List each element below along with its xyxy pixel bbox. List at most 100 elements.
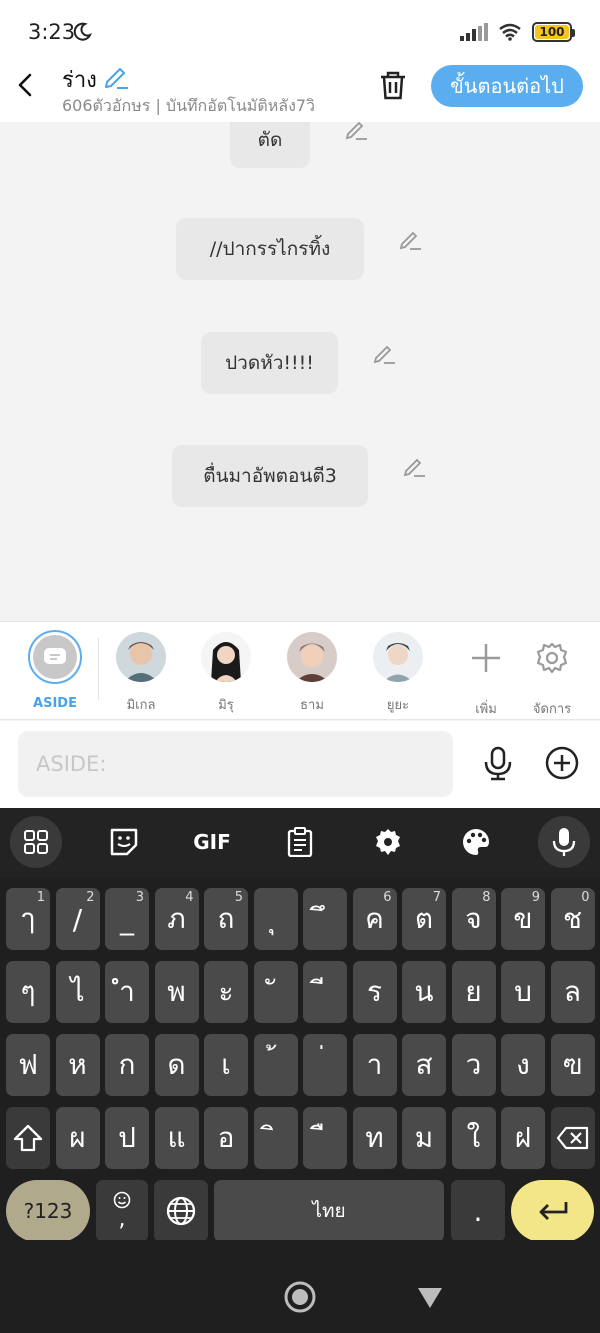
key[interactable]: ส (402, 1034, 446, 1096)
sticker-icon (110, 828, 138, 856)
key[interactable]: น (402, 961, 446, 1023)
key[interactable]: ใ (451, 1107, 496, 1169)
key[interactable]: ข9 (501, 888, 545, 950)
back-button[interactable] (12, 70, 42, 100)
gif-button[interactable]: GIF (186, 816, 238, 868)
key[interactable]: ถ5 (204, 888, 248, 950)
character-item[interactable]: มิเกล (106, 632, 176, 715)
key[interactable]: จ8 (451, 888, 496, 950)
space-key[interactable]: ไทย (214, 1180, 444, 1242)
key[interactable]: ล (550, 961, 595, 1023)
add-character-button[interactable]: เพิ่ม (451, 632, 521, 719)
key-label: ภ (167, 902, 186, 935)
key[interactable]: ห (55, 1034, 100, 1096)
key-label: พ (167, 975, 186, 1008)
apps-grid-button[interactable] (10, 816, 62, 868)
key[interactable]: บ (501, 961, 545, 1023)
keyboard-voice-button[interactable] (538, 816, 590, 868)
edit-message-icon[interactable] (401, 453, 427, 479)
edit-message-icon[interactable] (371, 340, 397, 366)
key-label: ข (513, 902, 533, 935)
key[interactable]: พ (154, 961, 199, 1023)
key[interactable]: ช0 (550, 888, 595, 950)
key[interactable]: เ (204, 1034, 248, 1096)
key[interactable]: ร (352, 961, 397, 1023)
message-input[interactable] (18, 731, 453, 797)
add-attachment-button[interactable] (545, 746, 579, 780)
message-bubble[interactable]: ปวดหัว!!!! (201, 332, 338, 394)
character-name: ธาม (300, 698, 324, 713)
key[interactable]: ื (303, 1107, 347, 1169)
key[interactable]: ย (451, 961, 496, 1023)
wifi-icon (499, 23, 521, 41)
message-bubble[interactable]: //ปากรรไกรทิ้ง (176, 218, 364, 280)
character-item[interactable]: ยูยะ (363, 632, 433, 715)
home-button[interactable] (283, 1280, 317, 1314)
key[interactable]: ั (253, 961, 298, 1023)
message-bubble[interactable]: ตัด (230, 122, 310, 168)
sticker-button[interactable] (98, 816, 150, 868)
theme-button[interactable] (450, 816, 502, 868)
key[interactable]: ฟ (6, 1034, 50, 1096)
key[interactable]: ฃ (550, 1034, 595, 1096)
key[interactable]: ป (105, 1107, 149, 1169)
manage-characters-button[interactable]: จัดการ (517, 632, 587, 719)
key-label: อ (217, 1121, 235, 1154)
key[interactable]: ะ (204, 961, 248, 1023)
keyboard-settings-button[interactable] (362, 816, 414, 868)
back-nav-button[interactable] (416, 1286, 444, 1310)
key[interactable]: ๆ (6, 961, 50, 1023)
key[interactable]: ไ (55, 961, 100, 1023)
key[interactable]: _ 3 (105, 888, 149, 950)
enter-icon (539, 1202, 567, 1220)
key[interactable]: า (352, 1034, 397, 1096)
key[interactable]: ุ (253, 888, 298, 950)
next-step-button[interactable]: ขั้นตอนต่อไป (431, 65, 583, 107)
key-label: ฟ (18, 1048, 38, 1081)
key[interactable]: ฝ (501, 1107, 545, 1169)
edit-message-icon[interactable] (397, 226, 423, 252)
message-bubble[interactable]: ตื่นมาอัพตอนตี3 (172, 445, 368, 507)
period-key[interactable]: . (451, 1180, 505, 1242)
status-icons: 100 (460, 22, 575, 42)
key[interactable]: ก (105, 1034, 149, 1096)
key[interactable]: ค6 (352, 888, 397, 950)
key[interactable]: ท (352, 1107, 397, 1169)
key[interactable]: ิ (253, 1107, 298, 1169)
emoji-key[interactable]: , (96, 1180, 148, 1242)
key[interactable]: ้ (253, 1034, 298, 1096)
trash-button[interactable] (376, 68, 410, 102)
key[interactable]: อ (204, 1107, 248, 1169)
edit-message-icon[interactable] (343, 122, 369, 142)
battery-level: 100 (539, 25, 565, 39)
voice-input-button[interactable] (480, 745, 516, 781)
key[interactable]: ่ (303, 1034, 347, 1096)
clipboard-button[interactable] (274, 816, 326, 868)
key-label: บ (514, 975, 532, 1008)
key-hint: 0 (581, 890, 590, 905)
key[interactable]: ๅ1 (6, 888, 50, 950)
character-item[interactable]: มิรุ (191, 632, 261, 715)
key[interactable]: ด (154, 1034, 199, 1096)
key[interactable]: ึ (303, 888, 347, 950)
edit-title-icon[interactable] (102, 62, 130, 90)
key[interactable]: ง (501, 1034, 545, 1096)
shift-key[interactable] (6, 1107, 50, 1169)
key[interactable]: ภ4 (154, 888, 199, 950)
language-key[interactable] (154, 1180, 208, 1242)
symbols-key[interactable]: ?123 (6, 1180, 90, 1242)
key[interactable]: /2 (55, 888, 100, 950)
key[interactable]: ว (451, 1034, 496, 1096)
key[interactable]: ี (303, 961, 347, 1023)
key[interactable]: ำ (105, 961, 149, 1023)
key[interactable]: ม (402, 1107, 446, 1169)
key[interactable]: ต7 (402, 888, 446, 950)
enter-key[interactable] (511, 1180, 594, 1242)
character-aside[interactable]: ASIDE (20, 630, 90, 711)
key[interactable]: แ (154, 1107, 199, 1169)
key-label: ห (68, 1048, 87, 1081)
backspace-key[interactable] (550, 1107, 595, 1169)
key-hint: 5 (234, 890, 243, 905)
character-item[interactable]: ธาม (277, 632, 347, 715)
key[interactable]: ผ (55, 1107, 100, 1169)
